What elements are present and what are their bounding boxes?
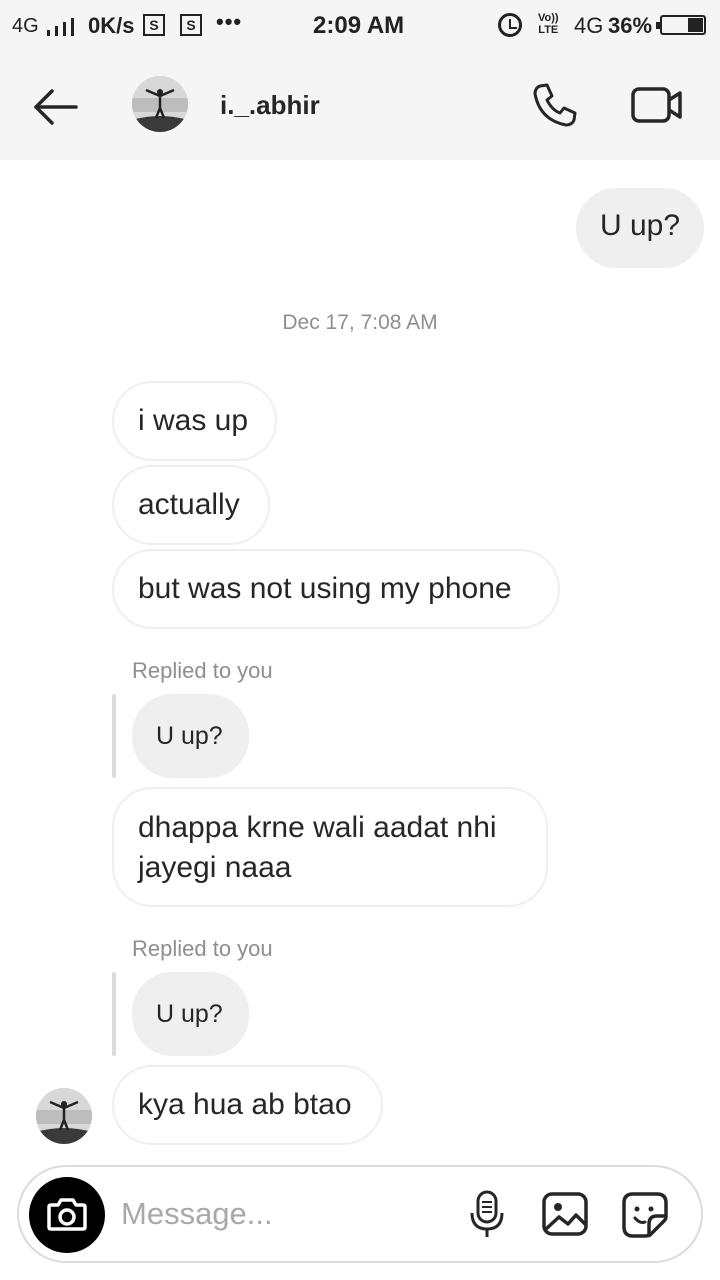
volte-icon: Vo)) LTE	[538, 12, 559, 36]
volte-bottom: LTE	[538, 24, 559, 36]
image-icon[interactable]	[541, 1189, 589, 1239]
received-message[interactable]: kya hua ab btao	[112, 1065, 383, 1145]
battery-fill	[687, 18, 703, 32]
replied-label: Replied to you	[132, 658, 273, 683]
quoted-message[interactable]: U up?	[132, 694, 249, 778]
volte-top: Vo))	[538, 12, 559, 24]
video-camera-icon[interactable]	[630, 84, 684, 126]
status-bar: 4G 0K/s S S ••• 2:09 AM Vo)) LTE 4G 36%	[0, 0, 720, 52]
quoted-message[interactable]: U up?	[132, 972, 249, 1056]
message-input[interactable]	[121, 1191, 421, 1237]
replied-label: Replied to you	[132, 936, 273, 961]
message-composer	[17, 1165, 703, 1263]
reply-quote-bar	[112, 972, 116, 1056]
camera-button[interactable]	[29, 1177, 105, 1253]
clock: 2:09 AM	[313, 12, 405, 39]
contact-username[interactable]: i._.abhir	[220, 90, 320, 121]
alarm-icon	[498, 13, 522, 37]
avatar-photo	[132, 76, 188, 132]
sent-message[interactable]: U up?	[576, 188, 704, 268]
sender-avatar[interactable]	[36, 1088, 92, 1144]
received-message[interactable]: actually	[112, 465, 270, 545]
message-line: jayegi naaa	[138, 851, 292, 884]
microphone-icon[interactable]	[463, 1189, 511, 1239]
sticker-icon[interactable]	[621, 1189, 669, 1239]
more-notifications: •••	[216, 9, 243, 34]
arrow-left-icon[interactable]	[30, 87, 80, 127]
received-message[interactable]: but was not using my phone	[112, 549, 560, 629]
signal-bars-icon	[47, 18, 74, 36]
received-message[interactable]: dhappa krne wali aadat nhi jayegi naaa	[112, 787, 548, 907]
network-type: 4G	[12, 15, 39, 37]
contact-avatar[interactable]	[132, 76, 188, 132]
received-message[interactable]: i was up	[112, 381, 277, 461]
reply-quote-bar	[112, 694, 116, 778]
battery-percent: 36%	[608, 13, 653, 38]
sim-icon: S	[180, 14, 202, 36]
message-line: dhappa krne wali aadat nhi	[138, 811, 497, 844]
data-type: 4G	[574, 13, 604, 38]
sim-icon: S	[143, 14, 165, 36]
avatar-photo	[36, 1088, 92, 1144]
battery-icon	[656, 15, 706, 35]
camera-icon	[47, 1198, 87, 1231]
network-speed: 0K/s	[88, 13, 135, 38]
chat-header: i._.abhir	[0, 52, 720, 160]
message-timestamp: Dec 17, 7:08 AM	[282, 311, 438, 334]
phone-icon[interactable]	[530, 80, 580, 130]
